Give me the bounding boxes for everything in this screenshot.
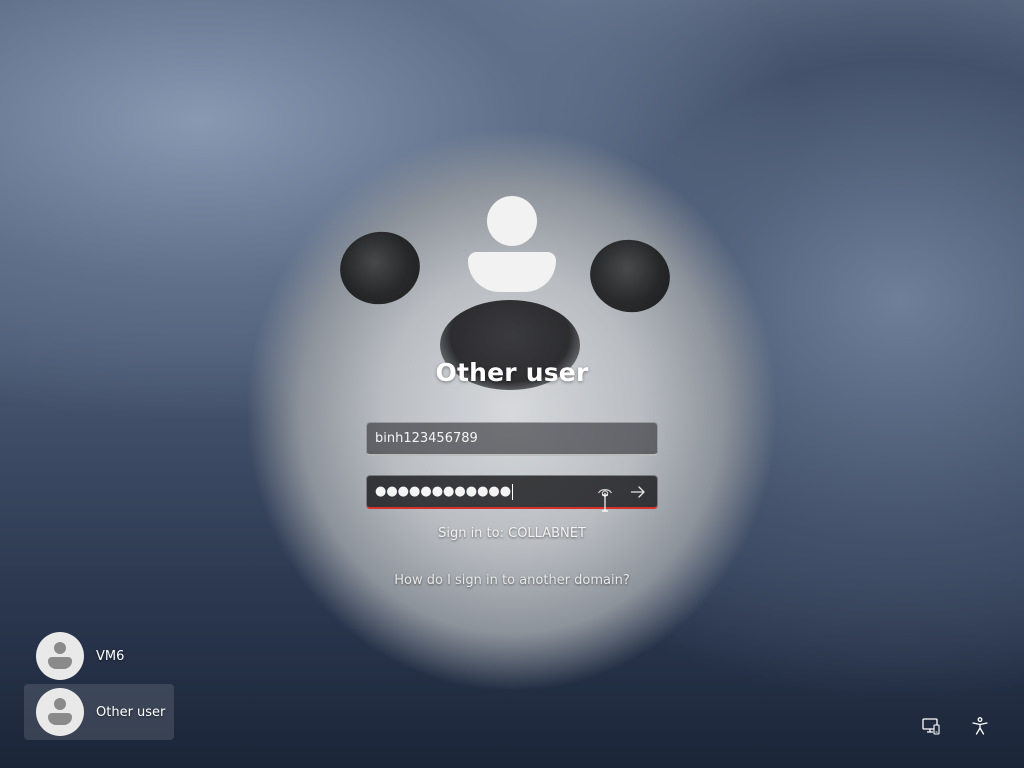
person-icon [36,688,84,736]
accessibility-icon[interactable] [968,714,992,738]
password-mask: ●●●●●●●●●●●● [375,484,512,499]
user-item-other-user[interactable]: Other user [24,684,174,740]
password-field[interactable]: ●●●●●●●●●●●● [366,475,658,509]
user-title: Other user [435,358,589,387]
username-field[interactable]: binh123456789 [366,422,658,456]
arrow-right-icon [630,486,645,498]
submit-arrow-button[interactable] [627,482,649,502]
user-switcher-list: VM6 Other user [24,628,174,740]
person-icon [36,632,84,680]
another-domain-link[interactable]: How do I sign in to another domain? [312,573,712,588]
network-icon[interactable] [919,714,943,738]
person-icon-body [468,252,556,292]
ibeam-cursor-icon [600,494,610,512]
lock-screen: Other user binh123456789 ●●●●●●●●●●●● Si… [0,0,1024,768]
user-item-label: VM6 [96,648,125,664]
text-caret [512,483,514,500]
user-item-vm6[interactable]: VM6 [24,628,174,684]
user-item-label: Other user [96,704,166,720]
person-icon-head [487,196,537,246]
username-value: binh123456789 [375,431,478,446]
wallpaper-seal-eye [583,232,677,320]
signin-target-text: Sign in to: COLLABNET [438,526,586,541]
user-avatar-large [462,192,562,296]
wallpaper-seal-eye [333,224,427,312]
